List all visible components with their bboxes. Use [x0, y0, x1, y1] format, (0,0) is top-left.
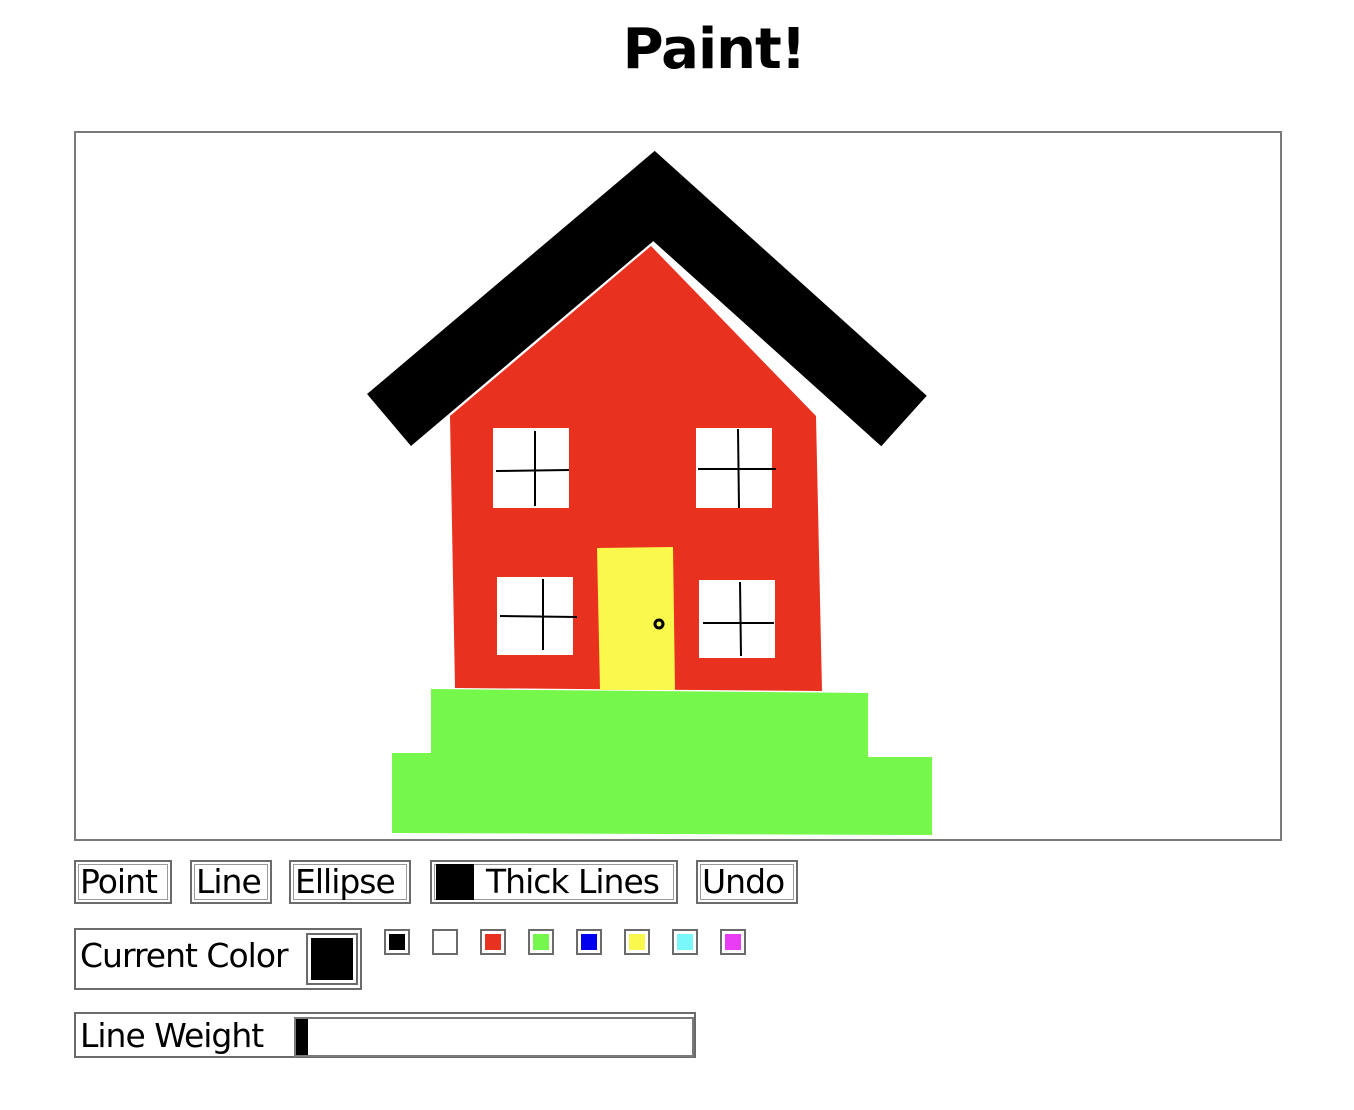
window-bottom-right-mullion: [739, 581, 742, 657]
thick-lines-toggle[interactable]: Thick Lines: [430, 860, 678, 904]
palette-swatch-yellow[interactable]: [624, 929, 650, 955]
palette-swatch-black[interactable]: [384, 929, 410, 955]
line-weight-label: Line Weight: [80, 1016, 264, 1055]
current-color-label: Current Color: [80, 936, 289, 975]
thick-lines-label: Thick Lines: [486, 862, 660, 901]
line-tool-button[interactable]: Line: [190, 860, 272, 904]
line-weight-slider-fill: [296, 1019, 308, 1055]
window-bottom-right: [699, 580, 775, 658]
undo-button[interactable]: Undo: [696, 860, 798, 904]
window-top-left-transom: [495, 469, 570, 472]
ellipse-tool-button[interactable]: Ellipse: [289, 860, 411, 904]
page-title: Paint!: [622, 17, 807, 82]
palette-swatch-blue[interactable]: [576, 929, 602, 955]
drawing-surface: [367, 150, 932, 835]
palette-swatch-white[interactable]: [432, 929, 458, 955]
palette-swatch-green[interactable]: [528, 929, 554, 955]
palette-swatch-cyan[interactable]: [672, 929, 698, 955]
current-color-panel: Current Color: [74, 928, 362, 990]
grass-shape: [392, 689, 932, 835]
line-weight-slider[interactable]: [294, 1017, 694, 1057]
thick-lines-checkbox[interactable]: [436, 864, 474, 900]
current-color-swatch: [306, 933, 358, 985]
door-shape: [597, 547, 675, 690]
window-top-left: [493, 428, 569, 508]
drawing-canvas[interactable]: [74, 131, 1282, 841]
line-weight-control: Line Weight: [74, 1012, 696, 1058]
palette-swatch-magenta[interactable]: [720, 929, 746, 955]
palette-swatch-red[interactable]: [480, 929, 506, 955]
window-bottom-left-transom: [499, 615, 578, 618]
point-tool-button[interactable]: Point: [74, 860, 172, 904]
